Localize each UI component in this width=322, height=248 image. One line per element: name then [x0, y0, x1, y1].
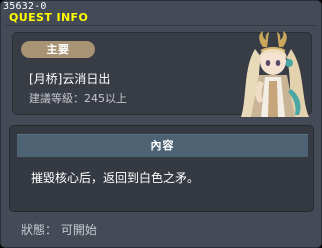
title-divider [5, 25, 317, 26]
quest-status: 狀態： 可開始 [21, 223, 97, 237]
quest-level-requirement: 建議等級：245以上 [29, 92, 127, 105]
content-header: 內容 [17, 134, 308, 157]
quest-description: 摧毀核心后，返回到白色之矛。 [31, 171, 200, 185]
quest-info-window: 35632-0 QUEST INFO 主要 [月桥]云消日出 建議等級：245以… [0, 0, 322, 248]
npc-portrait-icon [241, 31, 309, 117]
quest-category-badge: 主要 [21, 41, 95, 58]
window-title[interactable]: QUEST INFO [9, 11, 88, 24]
quest-name: [月桥]云消日出 [29, 72, 111, 86]
quest-content-panel: 內容 摧毀核心后，返回到白色之矛。 [9, 125, 314, 212]
